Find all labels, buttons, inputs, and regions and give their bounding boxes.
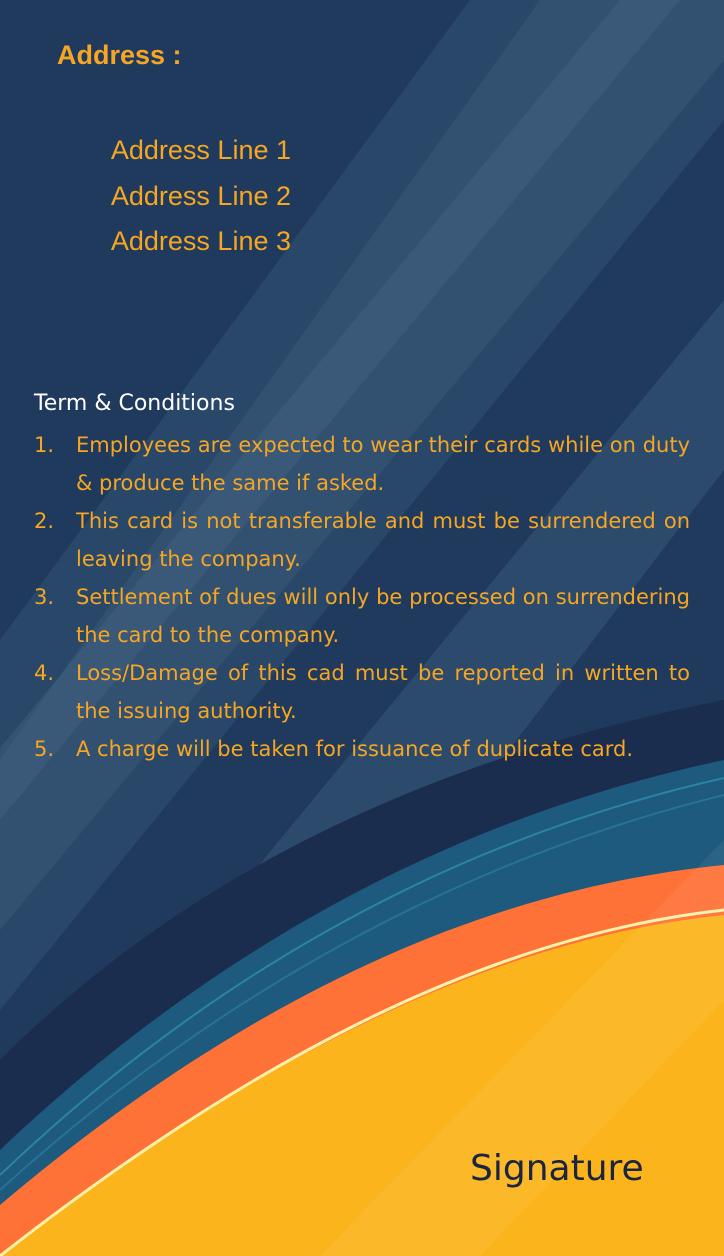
id-card-back: Address : Address Line 1 Address Line 2 … xyxy=(0,0,724,1256)
term-number: 3. xyxy=(34,585,55,609)
term-item: 2. This card is not transferable and mus… xyxy=(34,502,690,578)
term-text: A charge will be taken for issuance of d… xyxy=(76,737,634,761)
term-number: 2. xyxy=(34,509,55,533)
term-text: Employees are expected to wear their car… xyxy=(76,433,690,495)
term-number: 4. xyxy=(34,661,55,685)
address-line-3: Address Line 3 xyxy=(110,226,291,256)
term-text: Settlement of dues will only be processe… xyxy=(76,585,690,647)
address-line-1: Address Line 1 xyxy=(110,135,291,165)
terms-list: 1. Employees are expected to wear their … xyxy=(34,426,690,768)
address-line-2: Address Line 2 xyxy=(110,180,291,211)
term-text: Loss/Damage of this cad must be reported… xyxy=(76,661,690,723)
term-item: 1. Employees are expected to wear their … xyxy=(34,426,690,502)
term-text: This card is not transferable and must b… xyxy=(76,509,690,571)
term-number: 1. xyxy=(34,433,55,457)
terms-heading: Term & Conditions xyxy=(34,391,235,416)
term-item: 3. Settlement of dues will only be proce… xyxy=(34,578,690,654)
address-heading: Address : xyxy=(57,40,182,70)
term-number: 5. xyxy=(34,737,55,761)
address-block: Address Line 1 Address Line 2 Address Li… xyxy=(0,128,291,265)
term-item: 4. Loss/Damage of this cad must be repor… xyxy=(34,654,690,730)
signature-label: Signature xyxy=(470,1148,644,1189)
term-item: 5. A charge will be taken for issuance o… xyxy=(34,730,690,768)
